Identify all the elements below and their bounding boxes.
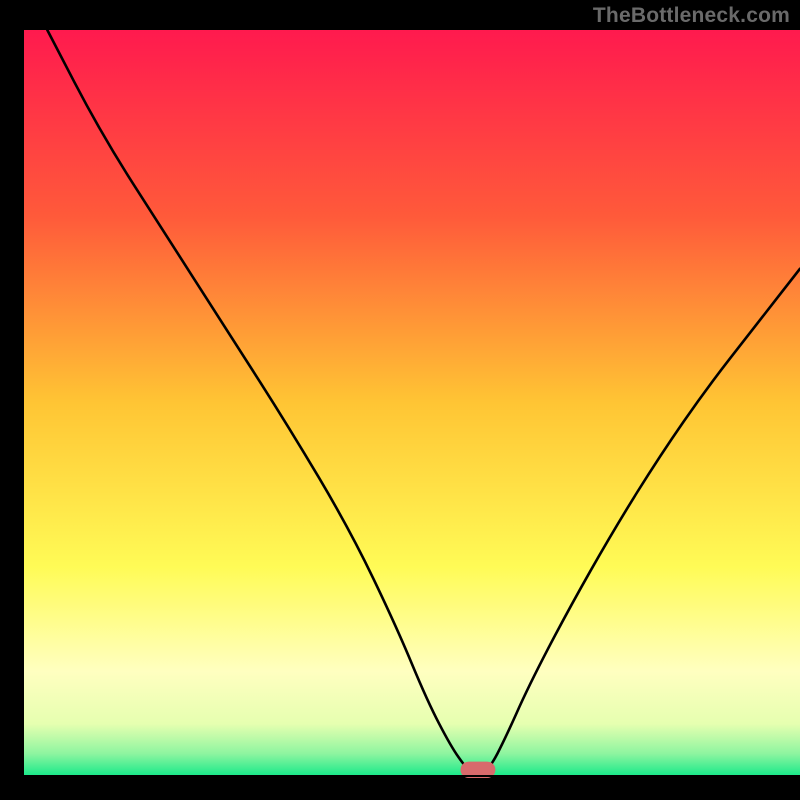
chart-frame: TheBottleneck.com bbox=[0, 0, 800, 800]
watermark-label: TheBottleneck.com bbox=[593, 4, 790, 28]
bottleneck-chart bbox=[0, 0, 800, 800]
